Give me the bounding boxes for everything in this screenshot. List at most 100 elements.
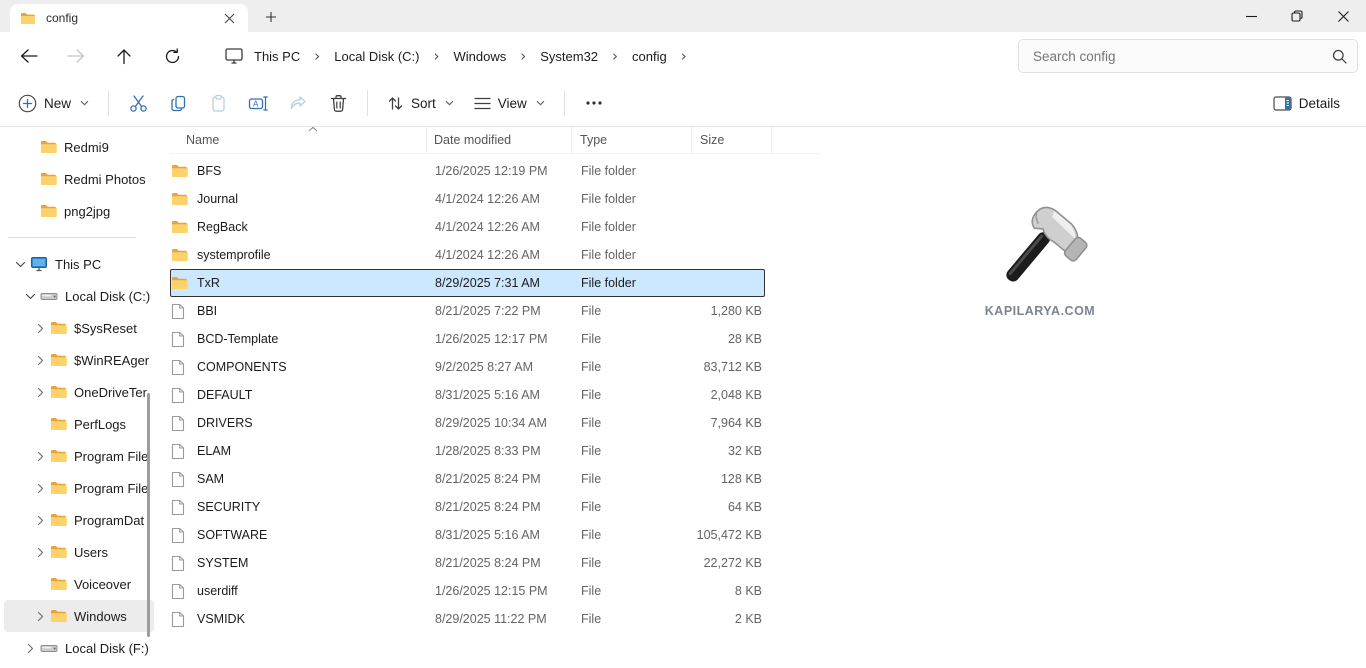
- file-row-bbi[interactable]: BBI 8/21/2025 7:22 PM File 1,280 KB: [170, 297, 765, 325]
- view-icon: [474, 96, 491, 111]
- column-header-type[interactable]: Type: [572, 127, 692, 153]
- sidebar-chevron-icon[interactable]: [32, 451, 48, 462]
- file-row-sam[interactable]: SAM 8/21/2025 8:24 PM File 128 KB: [170, 465, 765, 493]
- file-row-security[interactable]: SECURITY 8/21/2025 8:24 PM File 64 KB: [170, 493, 765, 521]
- sidebar-item-program-file[interactable]: Program File: [4, 440, 154, 472]
- file-row-software[interactable]: SOFTWARE 8/31/2025 5:16 AM File 105,472 …: [170, 521, 765, 549]
- file-date-modified: 8/21/2025 8:24 PM: [435, 556, 581, 570]
- sidebar-chevron-icon[interactable]: [32, 355, 48, 366]
- breadcrumb-item-windows[interactable]: Windows: [445, 45, 514, 68]
- sidebar-item-onedriveter[interactable]: OneDriveTer: [4, 376, 154, 408]
- up-button[interactable]: [104, 38, 144, 74]
- file-date-modified: 1/28/2025 8:33 PM: [435, 444, 581, 458]
- file-type: File: [581, 472, 693, 486]
- sidebar-item-this-pc[interactable]: This PC: [4, 248, 154, 280]
- file-date-modified: 4/1/2024 12:26 AM: [435, 248, 581, 262]
- sidebar-chevron-icon[interactable]: [32, 515, 48, 526]
- sidebar-scrollbar[interactable]: [147, 393, 150, 637]
- column-header-size[interactable]: Size: [692, 127, 772, 153]
- refresh-button[interactable]: [152, 38, 192, 74]
- new-tab-button[interactable]: [258, 5, 284, 29]
- pc-icon: [30, 256, 48, 272]
- sidebar-item-redmi9[interactable]: Redmi9: [4, 131, 154, 163]
- search-icon[interactable]: [1332, 49, 1347, 64]
- search-box[interactable]: [1018, 39, 1358, 73]
- file-row-regback[interactable]: RegBack 4/1/2024 12:26 AM File folder: [170, 213, 765, 241]
- breadcrumb-item-system32[interactable]: System32: [532, 45, 606, 68]
- sidebar-chevron-icon[interactable]: [32, 547, 48, 558]
- explorer-tab[interactable]: config: [10, 4, 248, 32]
- breadcrumb-item-config[interactable]: config: [624, 45, 675, 68]
- folder-icon: [20, 12, 36, 25]
- file-type: File: [581, 584, 693, 598]
- details-button[interactable]: Details: [1263, 85, 1350, 121]
- sidebar-chevron-icon[interactable]: [32, 483, 48, 494]
- cut-button[interactable]: [118, 85, 158, 121]
- view-button[interactable]: View: [464, 85, 555, 121]
- file-row-vsmidk[interactable]: VSMIDK 8/29/2025 11:22 PM File 2 KB: [170, 605, 765, 633]
- sidebar-item-program-file[interactable]: Program File: [4, 472, 154, 504]
- breadcrumb-item-local-disk-c-[interactable]: Local Disk (C:): [326, 45, 427, 68]
- file-type: File: [581, 304, 693, 318]
- sidebar-item-png2jpg[interactable]: png2jpg: [4, 195, 154, 227]
- file-row-elam[interactable]: ELAM 1/28/2025 8:33 PM File 32 KB: [170, 437, 765, 465]
- delete-button[interactable]: [318, 85, 358, 121]
- file-name: RegBack: [187, 220, 435, 234]
- sidebar-chevron-icon[interactable]: [32, 323, 48, 334]
- folder-icon: [40, 204, 57, 218]
- file-row-bcd-template[interactable]: BCD-Template 1/26/2025 12:17 PM File 28 …: [170, 325, 765, 353]
- file-name: Journal: [187, 192, 435, 206]
- folder-icon: [171, 192, 187, 206]
- forward-button[interactable]: [56, 38, 96, 74]
- file-row-systemprofile[interactable]: systemprofile 4/1/2024 12:26 AM File fol…: [170, 241, 765, 269]
- drive-icon: [40, 642, 58, 655]
- new-button[interactable]: New: [8, 85, 99, 121]
- rename-button[interactable]: A: [238, 85, 278, 121]
- address-bar[interactable]: This PC › Local Disk (C:) › Windows › Sy…: [218, 38, 1018, 74]
- file-row-default[interactable]: DEFAULT 8/31/2025 5:16 AM File 2,048 KB: [170, 381, 765, 409]
- sidebar-item-local-disk-c-[interactable]: Local Disk (C:): [4, 280, 154, 312]
- copy-button[interactable]: [158, 85, 198, 121]
- sidebar-chevron-icon[interactable]: [12, 261, 28, 268]
- sidebar-item-redmi-photos[interactable]: Redmi Photos: [4, 163, 154, 195]
- file-row-userdiff[interactable]: userdiff 1/26/2025 12:15 PM File 8 KB: [170, 577, 765, 605]
- breadcrumb-item-this-pc[interactable]: This PC: [246, 45, 308, 68]
- close-button[interactable]: [1320, 0, 1366, 32]
- file-row-bfs[interactable]: BFS 1/26/2025 12:19 PM File folder: [170, 157, 765, 185]
- file-icon: [171, 303, 187, 320]
- back-button[interactable]: [8, 38, 48, 74]
- file-row-system[interactable]: SYSTEM 8/21/2025 8:24 PM File 22,272 KB: [170, 549, 765, 577]
- sort-button[interactable]: Sort: [377, 85, 464, 121]
- file-row-txr[interactable]: TxR 8/29/2025 7:31 AM File folder: [170, 269, 765, 297]
- sidebar-item-programdat[interactable]: ProgramDat: [4, 504, 154, 536]
- column-header-name[interactable]: Name: [170, 127, 427, 153]
- sidebar-item-perflogs[interactable]: PerfLogs: [4, 408, 154, 440]
- tab-close-icon[interactable]: [218, 7, 240, 29]
- file-row-journal[interactable]: Journal 4/1/2024 12:26 AM File folder: [170, 185, 765, 213]
- restore-button[interactable]: [1274, 0, 1320, 32]
- sidebar-item-label: OneDriveTer: [74, 385, 147, 400]
- search-input[interactable]: [1033, 49, 1332, 64]
- sidebar-chevron-icon[interactable]: [32, 611, 48, 622]
- sidebar-chevron-icon[interactable]: [22, 293, 38, 300]
- file-row-drivers[interactable]: DRIVERS 8/29/2025 10:34 AM File 7,964 KB: [170, 409, 765, 437]
- minimize-button[interactable]: [1228, 0, 1274, 32]
- sidebar-chevron-icon[interactable]: [22, 643, 38, 654]
- column-header-date-modified[interactable]: Date modified: [427, 127, 572, 153]
- share-button[interactable]: [278, 85, 318, 121]
- sidebar-item--sysreset[interactable]: $SysReset: [4, 312, 154, 344]
- file-type: File: [581, 360, 693, 374]
- sidebar-item--winreager[interactable]: $WinREAger: [4, 344, 154, 376]
- sidebar-chevron-icon[interactable]: [32, 387, 48, 398]
- sidebar-item-windows[interactable]: Windows: [4, 600, 154, 632]
- sidebar-item-voiceover[interactable]: Voiceover: [4, 568, 154, 600]
- copy-icon: [169, 94, 188, 113]
- file-icon: [171, 331, 187, 348]
- file-row-components[interactable]: COMPONENTS 9/2/2025 8:27 AM File 83,712 …: [170, 353, 765, 381]
- sidebar-item-local-disk-f-[interactable]: Local Disk (F:): [4, 632, 154, 664]
- titlebar: config: [0, 0, 1366, 32]
- sidebar-item-users[interactable]: Users: [4, 536, 154, 568]
- paste-button[interactable]: [198, 85, 238, 121]
- more-options-button[interactable]: [574, 85, 614, 121]
- file-name: userdiff: [187, 584, 435, 598]
